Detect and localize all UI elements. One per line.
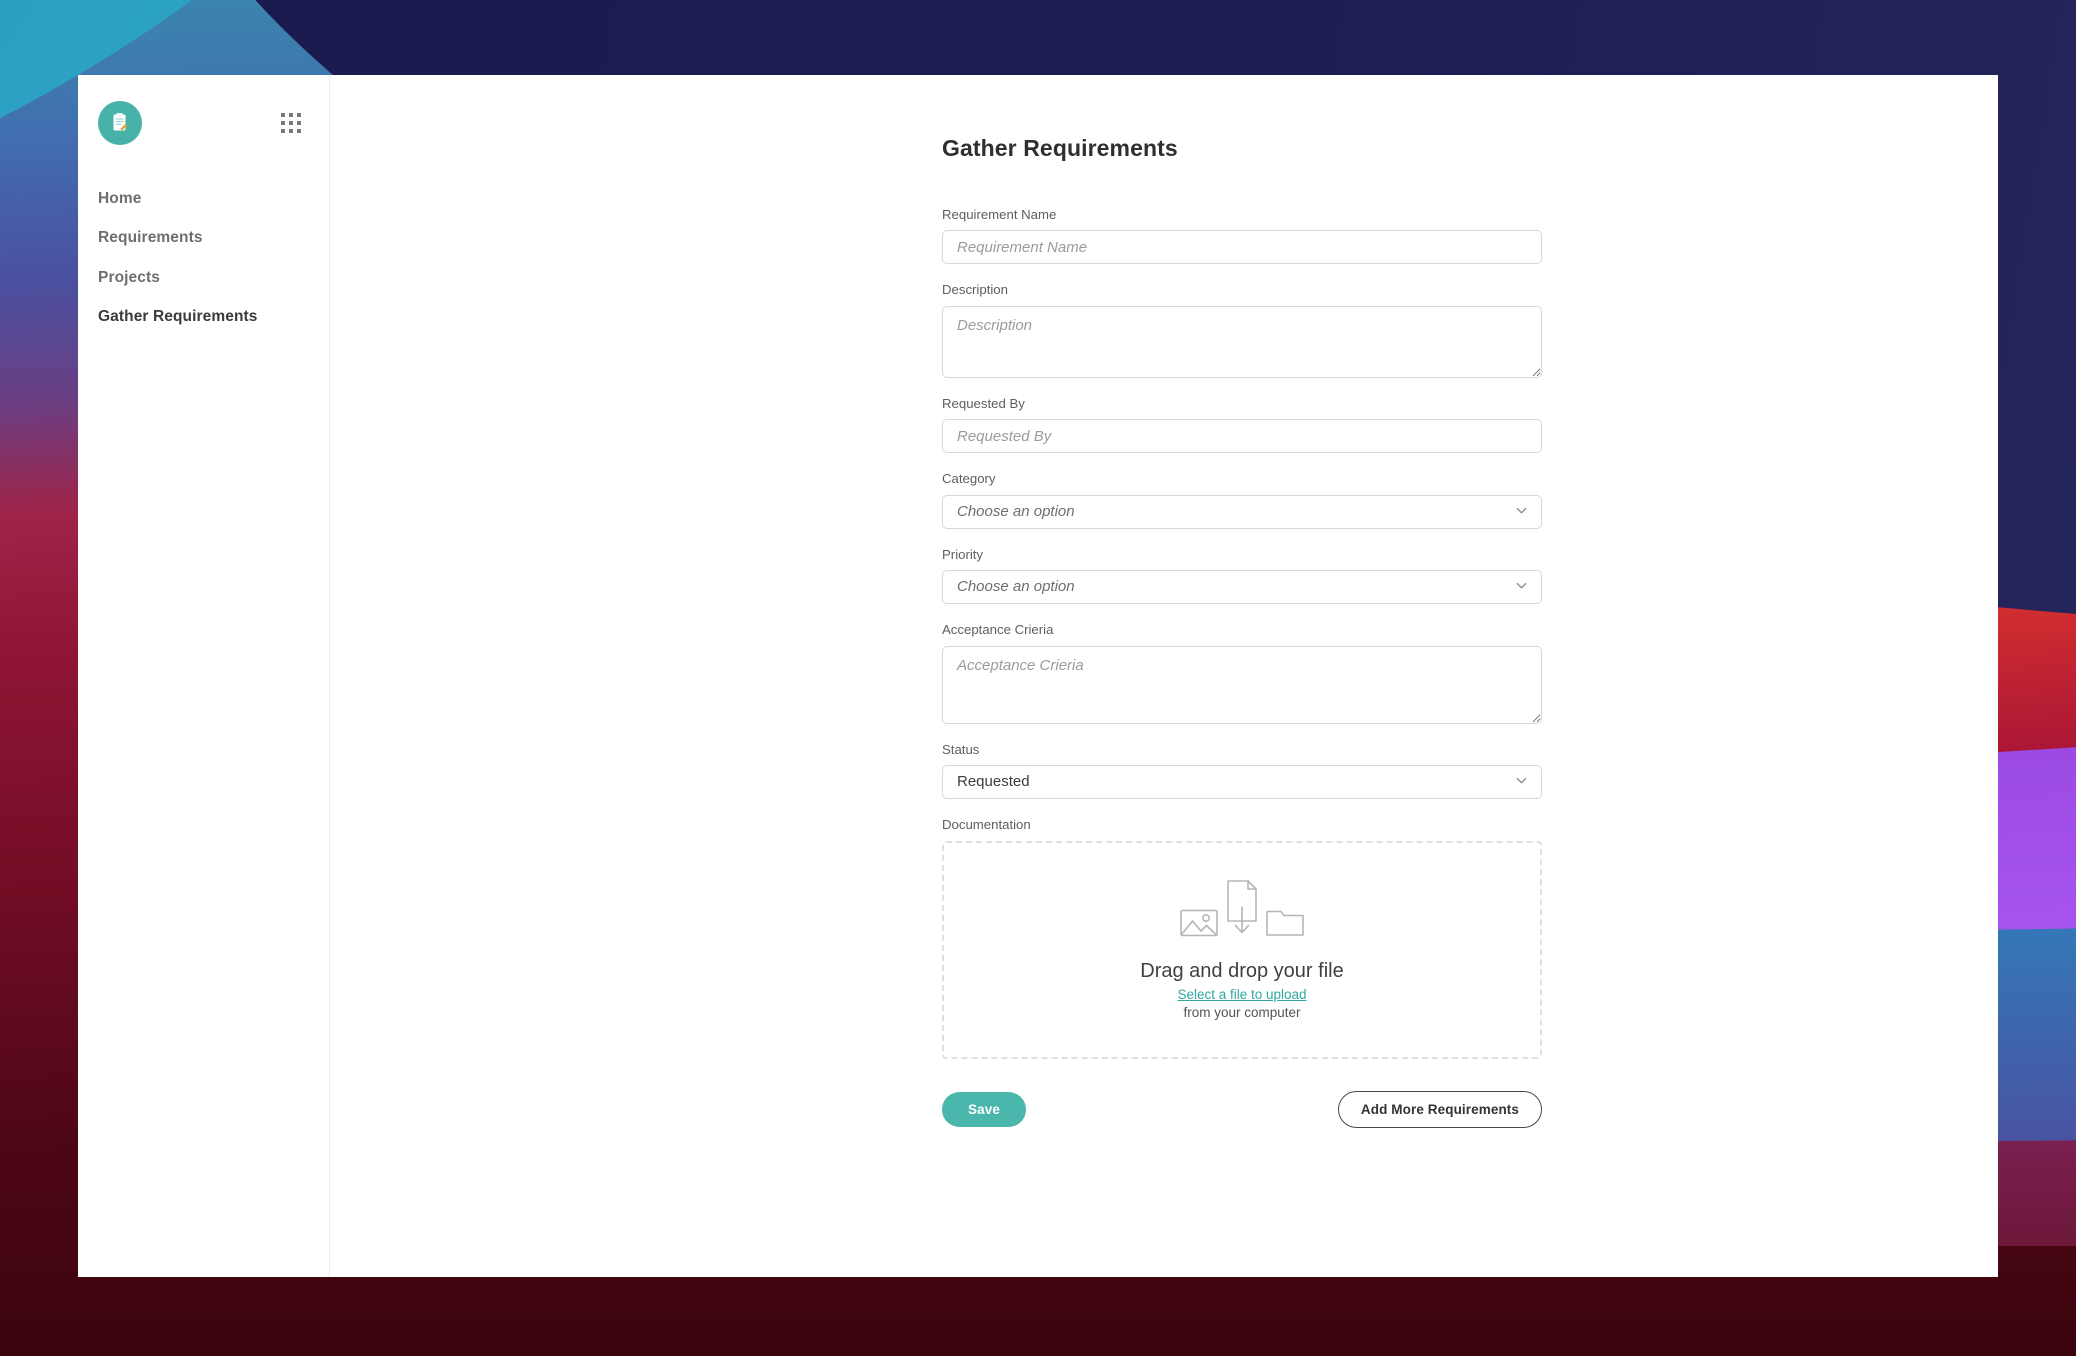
app-window: Home Requirements Projects Gather Requir…	[78, 75, 1998, 1277]
dropzone-icon-group	[1180, 879, 1304, 942]
sidebar-item-gather-requirements[interactable]: Gather Requirements	[78, 297, 329, 336]
sidebar-item-home[interactable]: Home	[78, 179, 329, 218]
field-description: Description	[942, 281, 1542, 378]
priority-label: Priority	[942, 546, 984, 562]
sidebar-nav: Home Requirements Projects Gather Requir…	[78, 179, 329, 336]
documentation-label: Documentation	[942, 817, 1031, 833]
form-actions: Save Add More Requirements	[942, 1090, 1542, 1129]
requirement-name-input[interactable]	[942, 230, 1542, 265]
file-dropzone[interactable]: Drag and drop your file Select a file to…	[942, 840, 1542, 1059]
clipboard-pencil-icon[interactable]	[98, 101, 142, 145]
main-content: Gather Requirements Requirement Name Des…	[330, 75, 1998, 1277]
priority-select-wrapper: Choose an option	[942, 570, 1542, 605]
sidebar-header	[78, 75, 329, 145]
field-priority: Priority Choose an option	[942, 546, 1542, 605]
status-label: Status	[942, 741, 980, 757]
grid-apps-icon[interactable]	[281, 113, 301, 133]
field-documentation: Documentation Drag and drop your file Se…	[942, 816, 1542, 1059]
requirement-name-label: Requirement Name	[942, 207, 1057, 222]
category-select[interactable]: Choose an option	[942, 494, 1542, 529]
requested-by-label: Requested By	[942, 395, 1025, 411]
priority-select[interactable]: Choose an option	[942, 570, 1542, 605]
requested-by-input[interactable]	[942, 419, 1542, 454]
field-status: Status Requested	[942, 741, 1542, 800]
dropzone-title: Drag and drop your file	[1140, 960, 1344, 983]
page-title: Gather Requirements	[942, 135, 1178, 161]
document-download-icon	[1222, 879, 1262, 942]
description-label: Description	[942, 282, 1008, 298]
description-textarea[interactable]	[942, 305, 1542, 378]
field-requested-by: Requested By	[942, 395, 1542, 454]
status-select[interactable]: Requested	[942, 765, 1542, 800]
category-select-wrapper: Choose an option	[942, 494, 1542, 529]
add-more-requirements-button[interactable]: Add More Requirements	[1337, 1090, 1542, 1129]
save-button[interactable]: Save	[942, 1091, 1026, 1128]
field-acceptance-criteria: Acceptance Crieria	[942, 621, 1542, 724]
dropzone-subtitle: from your computer	[1183, 1005, 1301, 1021]
category-label: Category	[942, 471, 996, 487]
image-icon	[1180, 907, 1218, 942]
field-requirement-name: Requirement Name	[942, 206, 1542, 265]
acceptance-criteria-label: Acceptance Crieria	[942, 622, 1054, 638]
sidebar-item-requirements[interactable]: Requirements	[78, 218, 329, 257]
gather-requirements-form: Gather Requirements Requirement Name Des…	[942, 135, 1542, 1129]
sidebar: Home Requirements Projects Gather Requir…	[78, 75, 330, 1277]
acceptance-criteria-textarea[interactable]	[942, 645, 1542, 724]
status-select-wrapper: Requested	[942, 765, 1542, 800]
folder-icon	[1266, 907, 1304, 942]
sidebar-item-projects[interactable]: Projects	[78, 258, 329, 297]
select-file-link[interactable]: Select a file to upload	[1177, 987, 1306, 1002]
field-category: Category Choose an option	[942, 470, 1542, 529]
